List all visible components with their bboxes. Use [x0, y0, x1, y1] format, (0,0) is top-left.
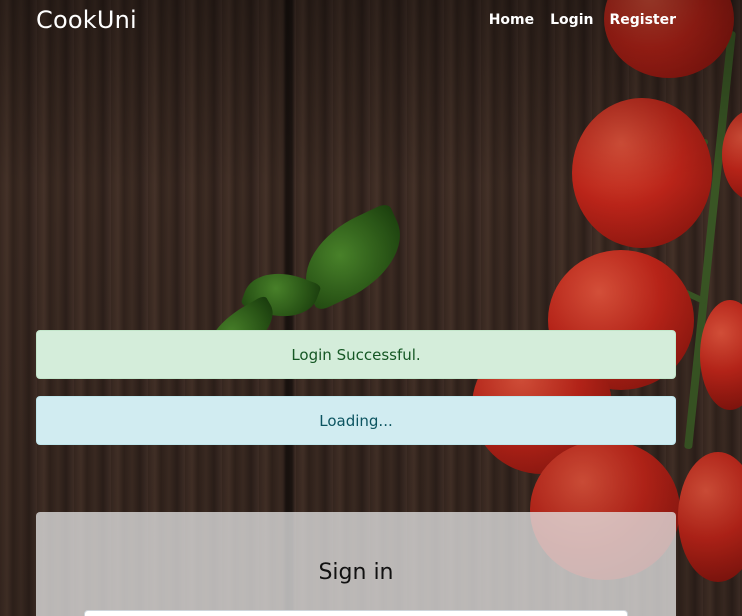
nav-link-home[interactable]: Home: [489, 12, 534, 28]
nav-link-register[interactable]: Register: [609, 12, 676, 28]
navbar: CookUni Home Login Register: [0, 0, 742, 44]
signin-card: Sign in: [36, 512, 676, 616]
success-alert: Login Successful.: [36, 330, 676, 379]
success-alert-text: Login Successful.: [291, 345, 421, 364]
loading-alert-text: Loading...: [319, 411, 393, 430]
signin-title: Sign in: [318, 560, 394, 585]
nav-link-login[interactable]: Login: [550, 12, 593, 28]
signin-input-field[interactable]: [84, 610, 628, 616]
nav-links: Home Login Register: [489, 12, 676, 28]
loading-alert: Loading...: [36, 396, 676, 445]
brand-logo[interactable]: CookUni: [36, 6, 137, 34]
page: CookUni Home Login Register Login Succes…: [0, 0, 742, 616]
